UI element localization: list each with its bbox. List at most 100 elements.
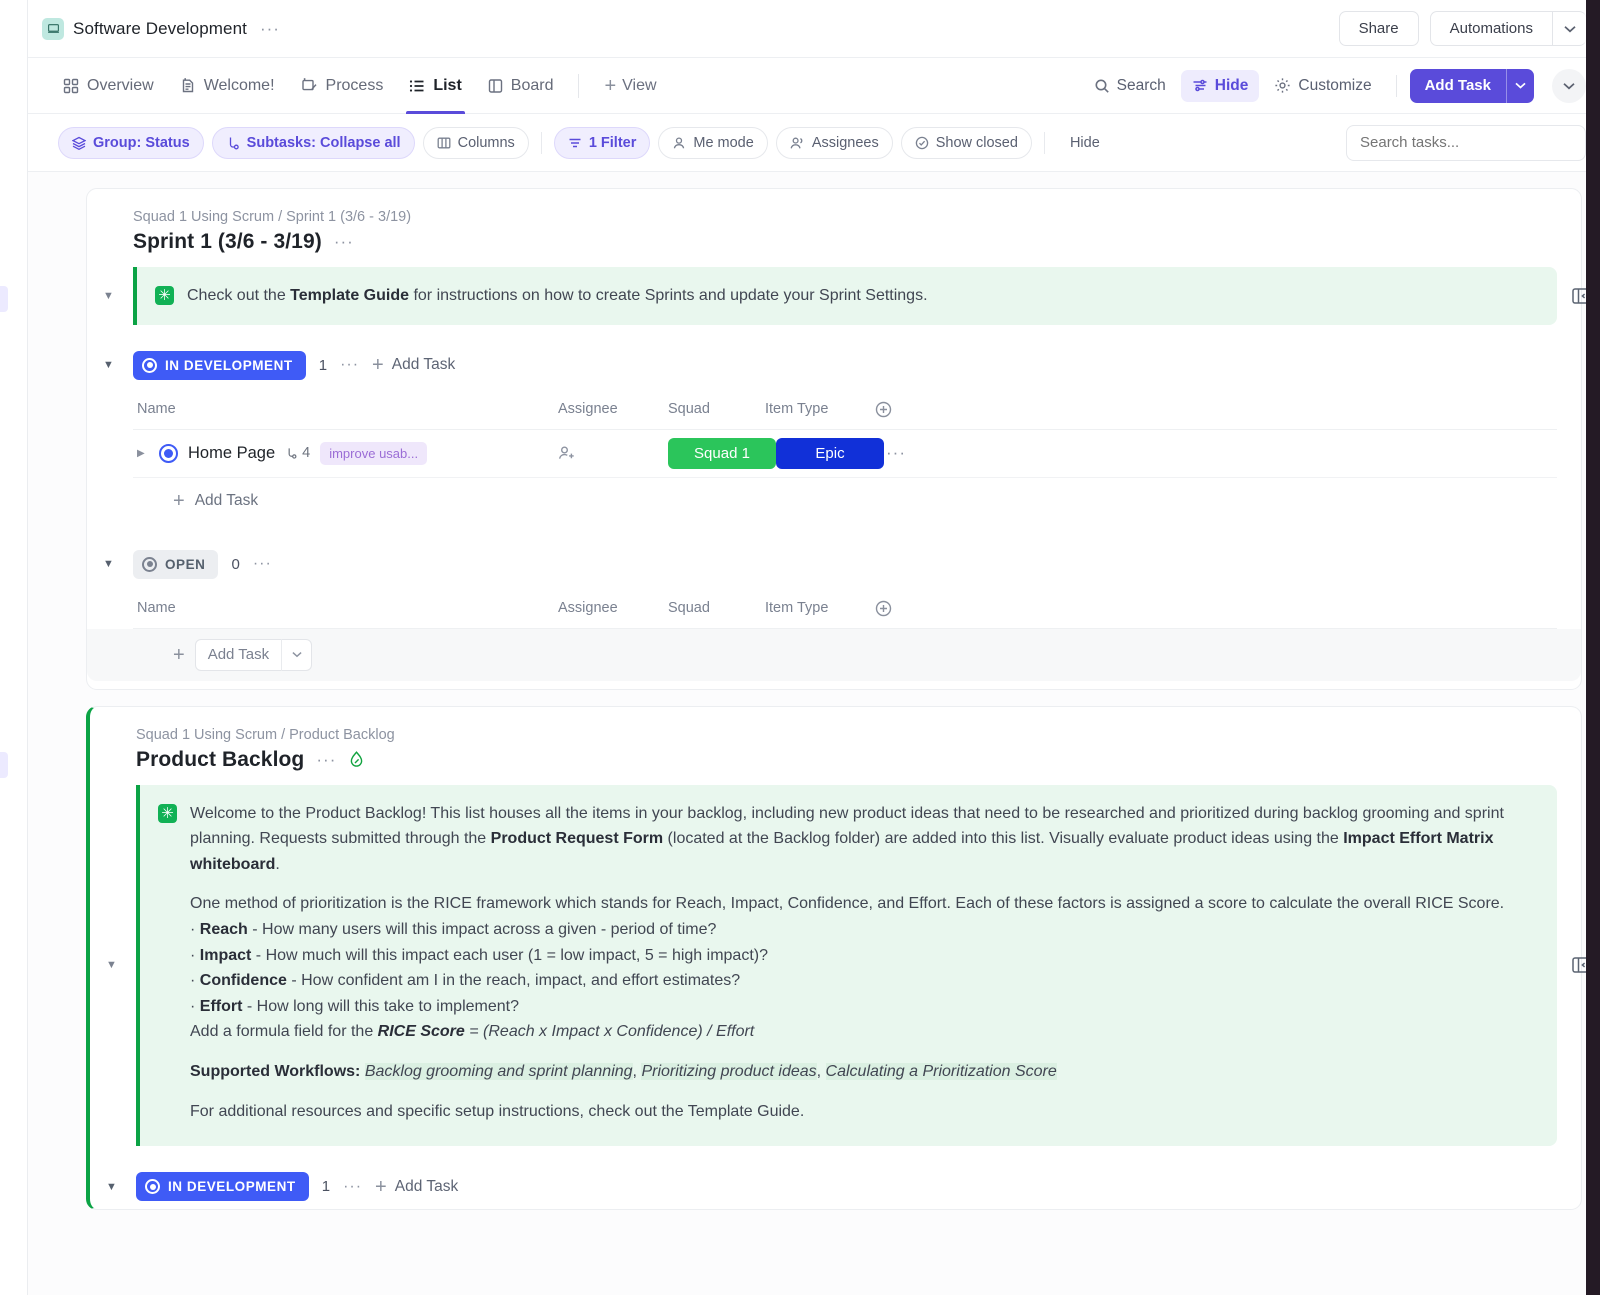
group-by-chip[interactable]: Group: Status	[58, 126, 204, 159]
workflow-link-1[interactable]: Backlog grooming and sprint planning	[364, 1062, 633, 1080]
spacer-line	[190, 1045, 1535, 1059]
chip-label: Me mode	[693, 134, 754, 151]
bullet-term: Effort	[199, 997, 243, 1015]
tab-process[interactable]: Process	[288, 58, 397, 114]
tab-board[interactable]: Board	[475, 58, 567, 114]
share-button[interactable]: Share	[1338, 11, 1419, 46]
workflow-link-3[interactable]: Calculating a Prioritization Score	[825, 1062, 1057, 1080]
plus-icon: +	[173, 643, 185, 666]
view-bar-actions: Search Hide Customize Add Task	[1083, 68, 1586, 103]
chevron-down-icon[interactable]	[281, 638, 311, 671]
squad-cell[interactable]: Squad 1	[668, 437, 776, 469]
task-status-icon[interactable]	[159, 443, 178, 463]
me-mode-chip[interactable]: Me mode	[658, 126, 768, 159]
column-header-name[interactable]: Name	[133, 401, 558, 417]
add-task-group: Add Task	[1409, 68, 1534, 103]
columns-icon	[437, 136, 451, 150]
task-name[interactable]: Home Page	[188, 444, 275, 463]
search-tasks-input[interactable]	[1346, 124, 1586, 161]
column-header-squad[interactable]: Squad	[668, 600, 765, 616]
column-header-squad[interactable]: Squad	[668, 401, 765, 417]
page-more-button[interactable]: ···	[260, 19, 280, 39]
assignee-cell[interactable]	[558, 445, 668, 462]
bullet-term: Impact	[199, 946, 252, 964]
formula-post: = (Reach x Impact x Confidence) / Effort	[464, 1023, 755, 1041]
collapse-banner-caret[interactable]: ▼	[103, 290, 114, 302]
add-column-button[interactable]	[875, 401, 915, 418]
status-badge[interactable]: IN DEVELOPMENT	[136, 1172, 309, 1202]
assignees-chip[interactable]: Assignees	[775, 126, 893, 159]
column-header-assignee[interactable]: Assignee	[558, 600, 668, 616]
column-header-item-type[interactable]: Item Type	[765, 401, 875, 417]
status-ring-icon	[142, 556, 157, 572]
sidebar-hover-stub[interactable]	[0, 752, 8, 778]
sprint-banner-wrap: ▼ ✳ Check out the Template Guide for ins…	[103, 267, 1590, 325]
add-view-button[interactable]: + View	[591, 58, 669, 114]
collapsed-sidebar-rail[interactable]	[0, 0, 28, 1295]
subtask-count-value: 4	[302, 445, 311, 462]
collapse-group-caret[interactable]: ▼	[106, 1181, 117, 1193]
drop-icon[interactable]	[348, 750, 365, 769]
collapse-group-caret[interactable]: ▼	[103, 359, 114, 371]
workflow-link-2[interactable]: Prioritizing product ideas	[641, 1062, 817, 1080]
customize-button[interactable]: Customize	[1263, 70, 1382, 102]
table-row[interactable]: ▶ Home Page 4 improve usab... Squad 1 Ep…	[133, 430, 1557, 478]
bullet-desc: - How confident am I in the reach, impac…	[286, 972, 741, 990]
automations-button[interactable]: Automations	[1429, 11, 1552, 46]
subtasks-chip[interactable]: Subtasks: Collapse all	[211, 126, 415, 159]
collapse-group-caret[interactable]: ▼	[103, 558, 114, 570]
breadcrumb: Squad 1 Using Scrum / Sprint 1 (3/6 - 3/…	[133, 209, 412, 225]
add-task-group-button[interactable]: + Add Task	[372, 355, 455, 375]
expand-subtasks-caret[interactable]: ▶	[137, 448, 149, 459]
divider	[540, 131, 542, 154]
squad-pill[interactable]: Squad 1	[668, 437, 776, 469]
add-task-group-button[interactable]: + Add Task	[375, 1177, 458, 1197]
task-name-cell: ▶ Home Page 4 improve usab...	[133, 441, 558, 465]
add-column-button[interactable]	[875, 600, 915, 617]
backlog-info-banner: ✳ Welcome to the Product Backlog! This l…	[136, 784, 1557, 1147]
group-more-button[interactable]: ···	[343, 1178, 362, 1196]
tab-overview[interactable]: Overview	[50, 58, 167, 114]
tab-label: List	[433, 76, 462, 94]
more-actions-button[interactable]	[1552, 68, 1586, 103]
tab-welcome[interactable]: Welcome!	[167, 58, 288, 114]
add-assignee-icon[interactable]	[558, 445, 668, 462]
add-task-row-open[interactable]: + Add Task	[87, 628, 1581, 681]
status-badge[interactable]: IN DEVELOPMENT	[133, 350, 306, 380]
column-header-item-type[interactable]: Item Type	[765, 600, 875, 616]
collapse-banner-caret[interactable]: ▼	[106, 959, 117, 971]
hide-filters-button[interactable]: Hide	[1057, 127, 1113, 159]
status-badge[interactable]: OPEN	[133, 549, 219, 579]
add-task-button[interactable]: Add Task	[1409, 68, 1506, 103]
backlog-p1-e: .	[275, 855, 280, 873]
chevron-down-icon[interactable]	[1552, 11, 1586, 46]
status-group-header-open: ▼ OPEN 0 ···	[103, 549, 1557, 579]
tab-list[interactable]: List	[396, 58, 474, 114]
columns-chip[interactable]: Columns	[422, 126, 529, 159]
item-type-cell[interactable]: Epic	[776, 437, 886, 469]
list-title-row: Product Backlog ···	[136, 748, 1557, 772]
add-task-row[interactable]: + Add Task	[133, 478, 1557, 524]
hide-button[interactable]: Hide	[1180, 69, 1260, 102]
sidebar-hover-stub[interactable]	[0, 286, 8, 312]
row-more-button[interactable]: ···	[886, 443, 1557, 463]
column-header-name[interactable]: Name	[133, 600, 558, 616]
list-more-button[interactable]: ···	[316, 750, 336, 770]
filter-chip[interactable]: 1 Filter	[553, 126, 651, 159]
search-button[interactable]: Search	[1083, 70, 1177, 102]
show-closed-chip[interactable]: Show closed	[900, 126, 1032, 159]
plus-icon: +	[173, 489, 185, 512]
bullet-term: Reach	[199, 920, 248, 938]
page-title: Software Development	[73, 18, 247, 38]
list-more-button[interactable]: ···	[334, 232, 354, 252]
bullet-reach: · Reach - How many users will this impac…	[190, 920, 717, 938]
add-task-dropdown-icon[interactable]	[1506, 68, 1534, 103]
task-tag[interactable]: improve usab...	[320, 441, 428, 465]
item-type-pill[interactable]: Epic	[776, 437, 884, 469]
add-task-input-box[interactable]: Add Task	[194, 638, 313, 671]
group-more-button[interactable]: ···	[253, 555, 272, 573]
column-header-assignee[interactable]: Assignee	[558, 401, 668, 417]
list-card-body: Squad 1 Using Scrum / Sprint 1 (3/6 - 3/…	[87, 189, 1590, 689]
group-more-button[interactable]: ···	[340, 356, 359, 374]
right-screen-edge	[1586, 0, 1600, 1295]
